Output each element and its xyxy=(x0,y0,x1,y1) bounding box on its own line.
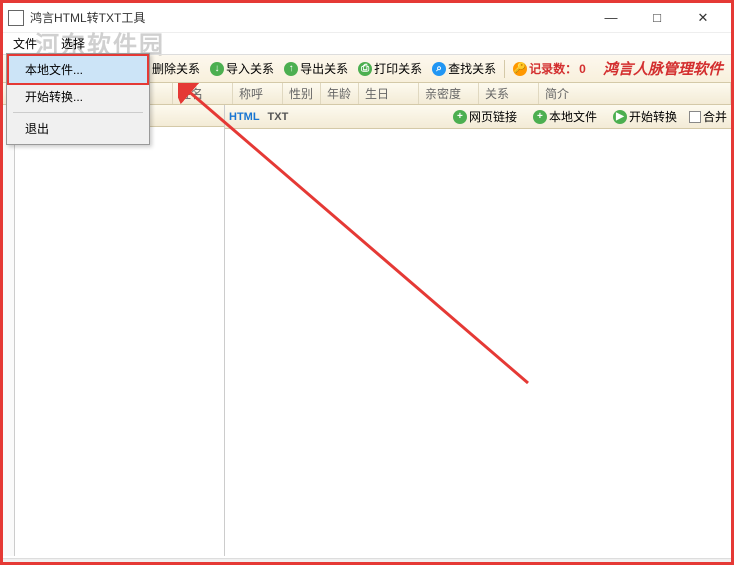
col-title[interactable]: 称呼 xyxy=(233,83,283,104)
col-name[interactable]: 姓名 xyxy=(173,83,233,104)
right-pane: HTML TXT +网页链接 +本地文件 ▶开始转换 合并 xyxy=(225,105,731,556)
import-icon: ↓ xyxy=(210,62,224,76)
print-icon: ⎙ xyxy=(358,62,372,76)
app-icon xyxy=(8,10,24,26)
close-button[interactable]: ✕ xyxy=(680,3,726,33)
record-count: 🔑记录数：0 xyxy=(509,58,590,80)
action-weblink[interactable]: +网页链接 xyxy=(449,106,521,128)
checkbox-icon xyxy=(689,111,701,123)
col-intro[interactable]: 简介 xyxy=(539,83,731,104)
col-gender[interactable]: 性别 xyxy=(283,83,321,104)
export-icon: ↑ xyxy=(284,62,298,76)
col-age[interactable]: 年龄 xyxy=(321,83,359,104)
menu-item-exit[interactable]: 退出 xyxy=(9,115,147,142)
separator xyxy=(504,60,505,78)
minimize-button[interactable]: — xyxy=(588,3,634,33)
menu-separator xyxy=(13,112,143,113)
left-pane xyxy=(15,105,225,556)
plus-icon: + xyxy=(453,110,467,124)
search-icon: ⌕ xyxy=(432,62,446,76)
col-intimacy[interactable]: 亲密度 xyxy=(419,83,479,104)
menubar: 文件 选择 xyxy=(3,33,731,55)
menu-item-localfile[interactable]: 本地文件... xyxy=(7,54,149,85)
tool-find-relation[interactable]: ⌕查找关系 xyxy=(428,58,500,80)
col-relation2[interactable]: 关系 xyxy=(479,83,539,104)
right-actions: +网页链接 +本地文件 ▶开始转换 合并 xyxy=(449,106,727,128)
format-tabs: HTML TXT xyxy=(229,111,288,123)
window-title: 鸿言HTML转TXT工具 xyxy=(30,9,588,26)
nav-pane xyxy=(3,105,15,556)
play-icon: ▶ xyxy=(613,110,627,124)
plus-icon: + xyxy=(533,110,547,124)
menu-file[interactable]: 文件 xyxy=(9,33,41,54)
tool-import-relation[interactable]: ↓导入关系 xyxy=(206,58,278,80)
right-toolbar: HTML TXT +网页链接 +本地文件 ▶开始转换 合并 xyxy=(225,105,731,129)
key-icon: 🔑 xyxy=(513,62,527,76)
action-convert[interactable]: ▶开始转换 xyxy=(609,106,681,128)
checkbox-merge[interactable]: 合并 xyxy=(689,108,727,125)
action-localfile[interactable]: +本地文件 xyxy=(529,106,601,128)
file-dropdown-menu: 本地文件... 开始转换... 退出 xyxy=(6,53,150,145)
tab-txt[interactable]: TXT xyxy=(268,111,289,123)
statusbar xyxy=(3,558,731,562)
tab-html[interactable]: HTML xyxy=(229,111,260,123)
titlebar: 鸿言HTML转TXT工具 — □ ✕ xyxy=(3,3,731,33)
content-body xyxy=(225,129,731,556)
window-controls: — □ ✕ xyxy=(588,3,726,33)
tool-print-relation[interactable]: ⎙打印关系 xyxy=(354,58,426,80)
brand-text: 鸿言人脉管理软件 xyxy=(603,58,729,79)
menu-item-convert[interactable]: 开始转换... xyxy=(9,83,147,110)
maximize-button[interactable]: □ xyxy=(634,3,680,33)
menu-select[interactable]: 选择 xyxy=(57,33,89,54)
col-birthday[interactable]: 生日 xyxy=(359,83,419,104)
tool-export-relation[interactable]: ↑导出关系 xyxy=(280,58,352,80)
main-area: HTML TXT +网页链接 +本地文件 ▶开始转换 合并 xyxy=(3,105,731,556)
